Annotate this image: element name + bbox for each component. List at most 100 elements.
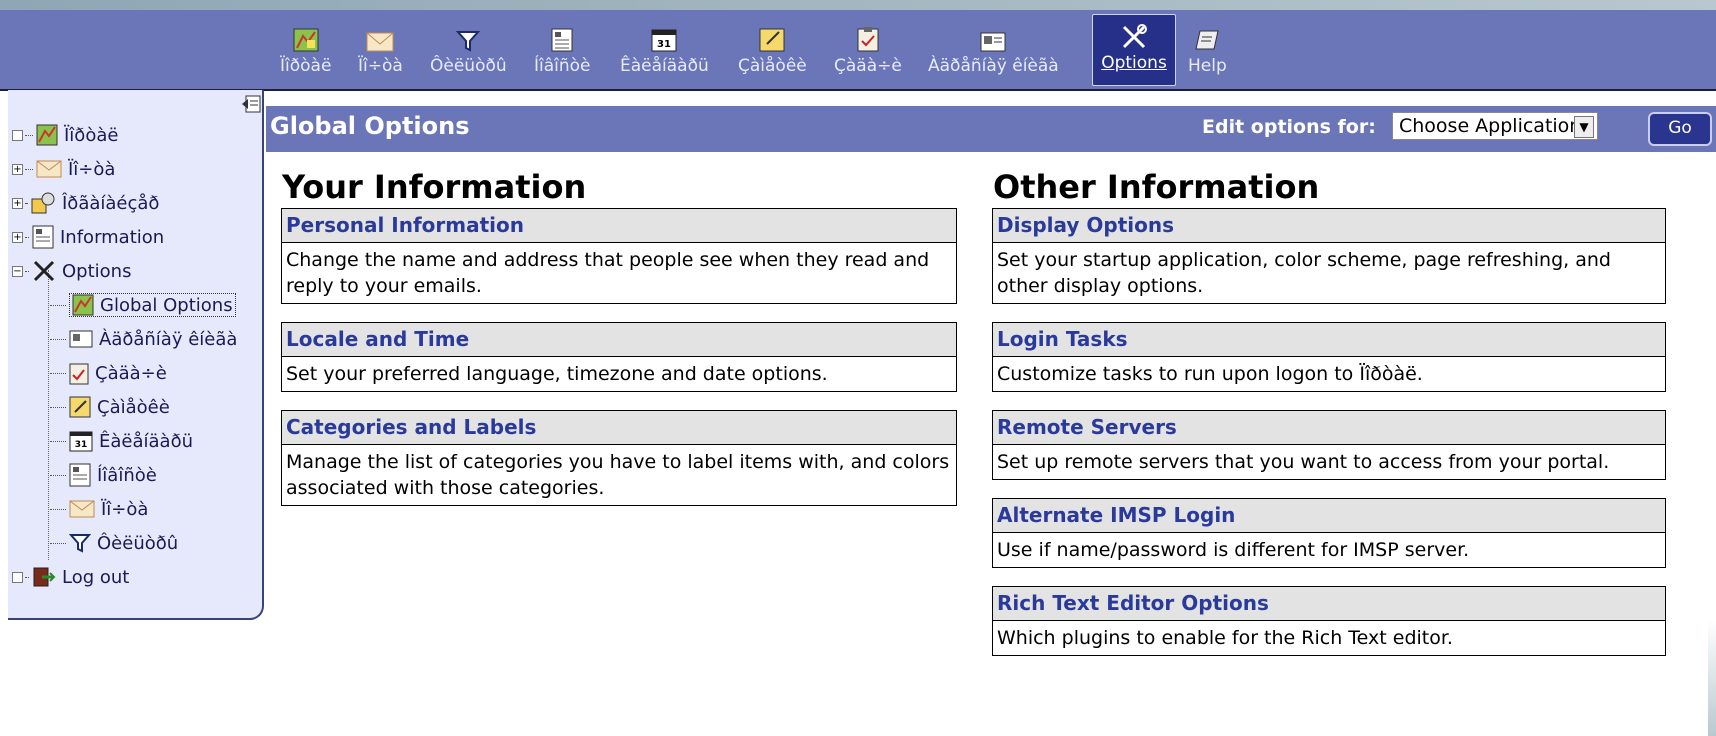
sidebar-item-label: Global Options bbox=[100, 294, 233, 316]
tree-expander[interactable]: − bbox=[12, 265, 23, 277]
section-remote-servers: Remote Servers Set up remote servers tha… bbox=[992, 410, 1666, 480]
sidebar-item-label: Ïî÷òà bbox=[68, 158, 116, 180]
calendar-icon: 31 bbox=[69, 430, 93, 452]
toolbar-filters[interactable]: Ôèëüòðû bbox=[430, 18, 507, 84]
toolbar-tasks[interactable]: Çàäà÷è bbox=[834, 18, 902, 84]
toolbar-calendar[interactable]: 31 Êàëåíäàðü bbox=[620, 18, 709, 84]
section-link[interactable]: Remote Servers bbox=[993, 411, 1665, 445]
sidebar-item-label: Ïî÷òà bbox=[101, 498, 149, 520]
chevron-down-icon[interactable]: ▼ bbox=[1574, 116, 1594, 138]
toolbar-label: Çàìåòêè bbox=[738, 56, 807, 76]
tree-expander[interactable]: + bbox=[12, 163, 23, 175]
toolbar-label: Help bbox=[1188, 56, 1227, 76]
section-link[interactable]: Categories and Labels bbox=[282, 411, 956, 445]
toolbar-address-book[interactable]: Àäðåñíàÿ êíèãà bbox=[928, 18, 1059, 84]
tree-expander[interactable] bbox=[12, 571, 23, 583]
toolbar-label: Options bbox=[1101, 53, 1167, 73]
window-top-strip bbox=[0, 0, 1716, 10]
portal-map-icon bbox=[36, 124, 58, 146]
sidebar-item-mail[interactable]: + Ïî÷òà bbox=[12, 154, 115, 184]
sidebar-tree: Ïîðòàë + Ïî÷òà + Îðãàíàéçåð + Informatio… bbox=[8, 90, 264, 620]
section-link[interactable]: Display Options bbox=[993, 209, 1665, 243]
section-login-tasks: Login Tasks Customize tasks to run upon … bbox=[992, 322, 1666, 392]
toolbar-notes[interactable]: Çàìåòêè bbox=[738, 18, 807, 84]
application-select-value: Choose Application: bbox=[1399, 115, 1588, 137]
sidebar-item-notes[interactable]: Çàìåòêè bbox=[50, 392, 170, 422]
sidebar-item-calendar[interactable]: 31 Êàëåíäàðü bbox=[50, 426, 193, 456]
tree-expander[interactable] bbox=[12, 129, 23, 141]
section-display-options: Display Options Set your startup applica… bbox=[992, 208, 1666, 304]
section-link[interactable]: Personal Information bbox=[282, 209, 956, 243]
sidebar-item-mail-options[interactable]: Ïî÷òà bbox=[50, 494, 148, 524]
sidebar-item-label: Information bbox=[60, 226, 165, 248]
collapse-sidebar-icon[interactable] bbox=[240, 94, 262, 119]
notes-pad-icon bbox=[69, 396, 91, 418]
your-information-heading: Your Information bbox=[282, 168, 587, 206]
section-description: Set your preferred language, timezone an… bbox=[286, 363, 828, 385]
toolbar-mail[interactable]: Ïî÷òà bbox=[358, 18, 403, 84]
sidebar-item-tasks[interactable]: Çàäà÷è bbox=[50, 358, 167, 388]
logout-door-icon bbox=[32, 566, 56, 588]
sidebar-item-options[interactable]: − Options bbox=[12, 256, 131, 286]
tasks-clipboard-icon bbox=[69, 361, 89, 385]
window-corner-gradient bbox=[1708, 620, 1716, 736]
section-link[interactable]: Rich Text Editor Options bbox=[993, 587, 1665, 621]
section-alternate-imsp-login: Alternate IMSP Login Use if name/passwor… bbox=[992, 498, 1666, 568]
mail-envelope-icon bbox=[36, 160, 62, 178]
toolbar-help[interactable]: Help bbox=[1188, 18, 1227, 84]
portal-map-icon bbox=[293, 22, 319, 52]
calendar-icon: 31 bbox=[651, 22, 677, 52]
sidebar-item-label: Íîâîñòè bbox=[97, 464, 157, 486]
tree-expander[interactable]: + bbox=[12, 231, 23, 243]
section-personal-information: Personal Information Change the name and… bbox=[281, 208, 957, 304]
go-button[interactable]: Go bbox=[1648, 112, 1712, 146]
section-rich-text-editor-options: Rich Text Editor Options Which plugins t… bbox=[992, 586, 1666, 656]
tree-expander[interactable]: + bbox=[12, 197, 23, 209]
toolbar-label: Íîâîñòè bbox=[534, 56, 591, 76]
section-description: Which plugins to enable for the Rich Tex… bbox=[997, 627, 1453, 649]
options-tools-icon bbox=[32, 260, 56, 282]
toolbar-portal[interactable]: Ïîðòàë bbox=[280, 18, 331, 84]
toolbar-news[interactable]: Íîâîñòè bbox=[534, 18, 591, 84]
toolbar-label: Çàäà÷è bbox=[834, 56, 902, 76]
toolbar-label: Àäðåñíàÿ êíèãà bbox=[928, 56, 1059, 76]
notes-pad-icon bbox=[759, 22, 785, 52]
section-description: Customize tasks to run upon logon to Ïîð… bbox=[997, 363, 1423, 385]
filter-funnel-icon bbox=[456, 22, 481, 52]
tree-connector-line bbox=[48, 270, 49, 560]
sidebar-item-label: Options bbox=[62, 260, 132, 282]
sidebar-item-logout[interactable]: Log out bbox=[12, 562, 129, 592]
edit-options-label: Edit options for: bbox=[1202, 116, 1376, 138]
address-book-icon bbox=[980, 22, 1006, 52]
sidebar-item-label: Àäðåñíàÿ êíèãà bbox=[99, 328, 238, 350]
page-title: Global Options bbox=[270, 112, 470, 140]
sidebar-item-address-book[interactable]: Àäðåñíàÿ êíèãà bbox=[50, 324, 237, 354]
address-book-icon bbox=[69, 330, 93, 348]
svg-text:31: 31 bbox=[657, 39, 671, 50]
application-select[interactable]: Choose Application: ▼ bbox=[1392, 112, 1598, 140]
sidebar-item-global-options[interactable]: Global Options bbox=[50, 290, 236, 320]
sidebar-item-portal[interactable]: Ïîðòàë bbox=[12, 120, 118, 150]
sidebar-item-information[interactable]: + Information bbox=[12, 222, 164, 252]
section-categories-and-labels: Categories and Labels Manage the list of… bbox=[281, 410, 957, 506]
toolbar-options[interactable]: Options bbox=[1092, 14, 1176, 86]
section-link[interactable]: Alternate IMSP Login bbox=[993, 499, 1665, 533]
section-description: Set your startup application, color sche… bbox=[997, 249, 1611, 297]
sidebar-item-organizer[interactable]: + Îðãàíàéçåð bbox=[12, 188, 159, 218]
portal-map-icon bbox=[72, 294, 94, 316]
news-document-icon bbox=[550, 22, 574, 52]
news-document-icon bbox=[32, 225, 54, 249]
sidebar-item-filters[interactable]: Ôèëüòðû bbox=[50, 528, 178, 558]
filter-funnel-icon bbox=[69, 533, 91, 553]
toolbar-label: Ôèëüòðû bbox=[430, 56, 507, 76]
section-locale-and-time: Locale and Time Set your preferred langu… bbox=[281, 322, 957, 392]
sidebar-item-label: Êàëåíäàðü bbox=[99, 430, 193, 452]
section-link[interactable]: Locale and Time bbox=[282, 323, 956, 357]
tasks-clipboard-icon bbox=[857, 22, 879, 52]
sidebar-item-news[interactable]: Íîâîñòè bbox=[50, 460, 157, 490]
toolbar-label: Êàëåíäàðü bbox=[620, 56, 709, 76]
other-information-heading: Other Information bbox=[993, 168, 1320, 206]
toolbar-label: Ïîðòàë bbox=[280, 56, 332, 76]
section-link[interactable]: Login Tasks bbox=[993, 323, 1665, 357]
sidebar-item-label: Ôèëüòðû bbox=[97, 532, 179, 554]
